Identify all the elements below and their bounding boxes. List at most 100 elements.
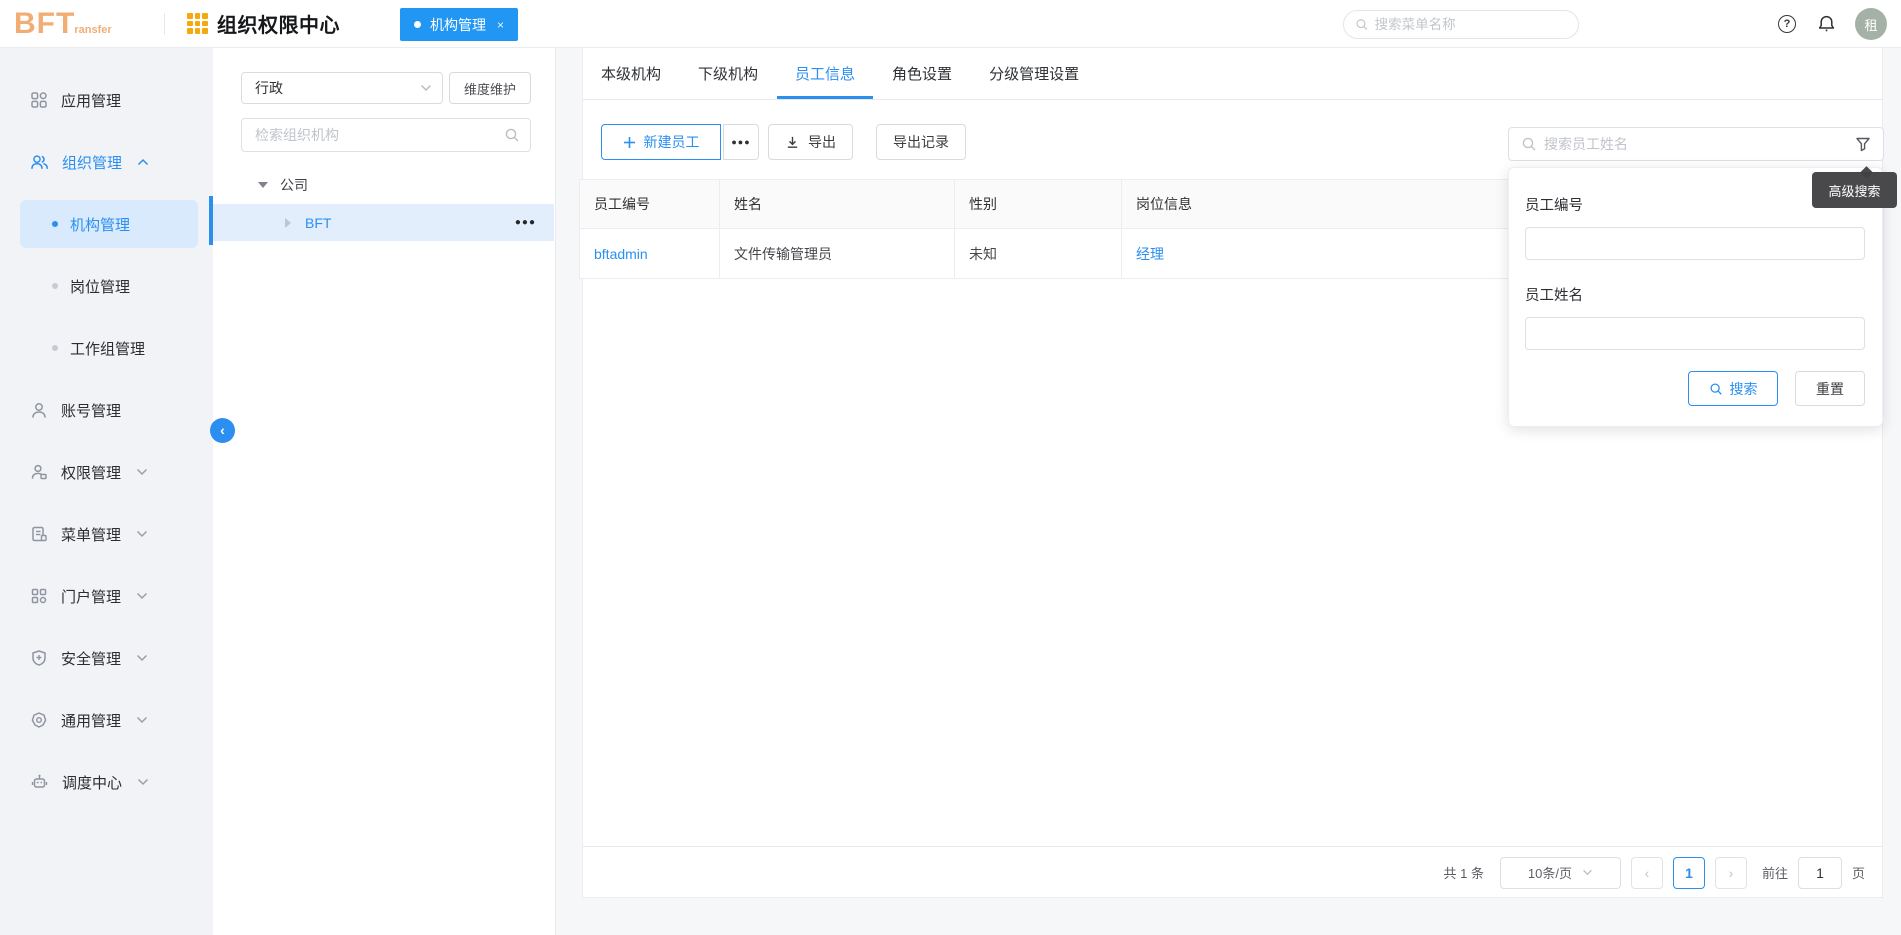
app-grid-icon <box>187 13 208 34</box>
pagination-bar: 共 1 条 10条/页 ‹ 1 › 前往 页 <box>583 846 1882 898</box>
plus-icon <box>623 136 636 149</box>
total-count-label: 共 1 条 <box>1444 863 1484 882</box>
chevron-down-icon <box>136 592 148 600</box>
sidebar-item-account-management[interactable]: 账号管理 <box>0 379 213 441</box>
org-search-input[interactable] <box>255 127 504 143</box>
active-item-indicator <box>209 196 213 245</box>
col-header-gender[interactable]: 性别 <box>955 180 1122 229</box>
search-icon <box>1521 136 1537 152</box>
avatar[interactable]: 租 <box>1855 8 1887 40</box>
dimension-select[interactable]: 行政 <box>241 72 443 104</box>
grid-icon <box>30 91 48 109</box>
portal-grid-icon <box>30 587 48 605</box>
reset-button[interactable]: 重置 <box>1795 371 1865 406</box>
page-size-select[interactable]: 10条/页 <box>1500 857 1621 889</box>
logo-text: BFT <box>14 7 75 41</box>
employee-toolbar: 新建员工 ●●● 导出 导出记录 <box>601 124 966 160</box>
more-actions-button[interactable]: ●●● <box>723 124 759 160</box>
page-unit-label: 页 <box>1852 863 1865 882</box>
export-records-button[interactable]: 导出记录 <box>876 124 966 160</box>
tab-hierarchy-settings[interactable]: 分级管理设置 <box>989 48 1079 99</box>
search-icon <box>1355 17 1369 32</box>
help-icon[interactable]: ? <box>1778 15 1796 33</box>
filter-funnel-icon[interactable] <box>1855 136 1871 152</box>
bft-logo: BFT ransfer <box>14 7 150 41</box>
col-header-employee-id[interactable]: 员工编号 <box>580 180 720 229</box>
tab-sub-org[interactable]: 下级机构 <box>698 48 758 99</box>
next-page-button[interactable]: › <box>1715 857 1747 889</box>
sidebar-item-dispatch-center[interactable]: 调度中心 <box>0 751 213 813</box>
chevron-down-icon <box>136 530 148 538</box>
caret-right-icon[interactable] <box>285 218 291 228</box>
menu-search-box[interactable] <box>1343 10 1579 39</box>
sidebar-nav: 应用管理 组织管理 机构管理 岗位管理 工作组 <box>0 48 213 935</box>
caret-down-icon[interactable] <box>258 182 268 188</box>
sidebar-item-portal-management[interactable]: 门户管理 <box>0 565 213 627</box>
goto-label: 前往 <box>1762 863 1788 882</box>
people-icon <box>30 153 49 171</box>
employee-id-link[interactable]: bftadmin <box>594 246 648 262</box>
detail-tab-bar: 本级机构 下级机构 员工信息 角色设置 分级管理设置 <box>583 48 1882 100</box>
new-employee-button[interactable]: 新建员工 <box>601 124 721 160</box>
chevron-down-icon <box>420 84 432 92</box>
bullet-dot-icon <box>52 221 58 227</box>
search-icon <box>1709 382 1723 396</box>
user-permission-icon <box>30 463 48 481</box>
tab-current-org[interactable]: 本级机构 <box>601 48 661 99</box>
advanced-search-button[interactable]: 搜索 <box>1688 371 1778 406</box>
notification-bell-icon[interactable] <box>1817 14 1836 34</box>
chevron-down-icon <box>136 654 148 662</box>
chevron-down-icon <box>136 716 148 724</box>
page-number-button[interactable]: 1 <box>1673 857 1705 889</box>
sidebar-item-menu-management[interactable]: 菜单管理 <box>0 503 213 565</box>
employee-name-cell: 文件传输管理员 <box>734 246 832 262</box>
tree-node-company[interactable]: 公司 <box>213 168 554 202</box>
sidebar-item-security-management[interactable]: 安全管理 <box>0 627 213 689</box>
user-icon <box>30 401 48 419</box>
export-button[interactable]: 导出 <box>768 124 853 160</box>
employee-search-box[interactable] <box>1508 127 1884 161</box>
bullet-dot-icon <box>52 283 58 289</box>
org-search-box[interactable] <box>241 118 531 152</box>
dimension-maintain-button[interactable]: 维度维护 <box>449 72 531 104</box>
sidebar-item-permission-management[interactable]: 权限管理 <box>0 441 213 503</box>
sidebar-item-common-management[interactable]: 通用管理 <box>0 689 213 751</box>
chevron-down-icon <box>136 468 148 476</box>
node-more-icon[interactable]: ●●● <box>515 217 536 228</box>
employee-position-link[interactable]: 经理 <box>1136 246 1164 262</box>
employee-gender-cell: 未知 <box>969 246 997 262</box>
search-icon <box>504 127 520 143</box>
logo-subtext: ransfer <box>74 24 111 36</box>
open-tab-label: 机构管理 <box>430 15 486 35</box>
col-header-name[interactable]: 姓名 <box>720 180 955 229</box>
employee-name-field[interactable] <box>1525 317 1865 350</box>
active-dot-icon <box>414 21 421 28</box>
app-header: BFT ransfer 组织权限中心 机构管理 × ? 租 <box>0 0 1901 48</box>
employee-search-input[interactable] <box>1544 136 1848 152</box>
goto-page-input[interactable] <box>1798 857 1842 889</box>
document-icon <box>30 525 48 543</box>
sidebar-item-post-management[interactable]: 岗位管理 <box>0 255 213 317</box>
sidebar-item-institution-management[interactable]: 机构管理 <box>0 193 213 255</box>
tab-role-settings[interactable]: 角色设置 <box>892 48 952 99</box>
sidebar-item-workgroup-management[interactable]: 工作组管理 <box>0 317 213 379</box>
menu-search-input[interactable] <box>1375 17 1567 32</box>
prev-page-button[interactable]: ‹ <box>1631 857 1663 889</box>
gear-icon <box>30 711 48 729</box>
tab-employee-info[interactable]: 员工信息 <box>795 48 855 99</box>
advanced-search-tooltip: 高级搜索 <box>1812 172 1897 208</box>
robot-icon <box>30 773 49 791</box>
shield-plus-icon <box>30 649 48 667</box>
sidebar-collapse-toggle[interactable]: ‹ <box>210 418 235 443</box>
sidebar-item-app-management[interactable]: 应用管理 <box>0 69 213 131</box>
header-divider <box>164 13 165 35</box>
employee-id-field[interactable] <box>1525 227 1865 260</box>
chevron-down-icon <box>1582 869 1593 876</box>
tree-node-bft[interactable]: BFT ●●● <box>213 204 554 241</box>
page-title: 组织权限中心 <box>217 9 340 38</box>
close-icon[interactable]: × <box>497 18 504 32</box>
download-icon <box>785 135 800 150</box>
open-tab-chip[interactable]: 机构管理 × <box>400 8 518 41</box>
bullet-dot-icon <box>52 345 58 351</box>
sidebar-item-org-management[interactable]: 组织管理 <box>0 131 213 193</box>
